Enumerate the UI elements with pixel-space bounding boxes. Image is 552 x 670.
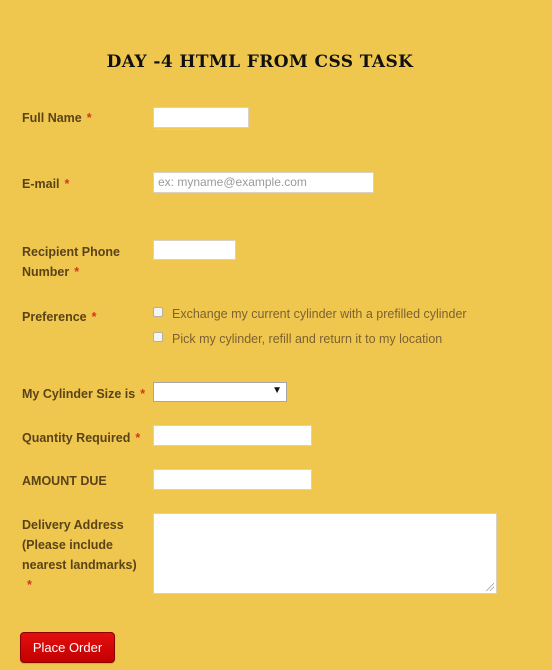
recipient-phone-label-line1: Recipient Phone — [22, 245, 120, 259]
required-star: * — [74, 265, 80, 279]
delivery-address-label-line1: Delivery Address — [22, 518, 124, 532]
quantity-input[interactable] — [153, 425, 312, 446]
recipient-phone-label: Recipient Phone Number * — [22, 242, 120, 282]
full-name-label-text: Full Name — [22, 111, 82, 125]
amount-due-label: AMOUNT DUE — [22, 474, 107, 488]
place-order-button[interactable]: Place Order — [20, 632, 115, 663]
preference-option-refill-checkbox[interactable] — [153, 332, 163, 342]
delivery-address-label-line2: (Please include — [22, 538, 114, 552]
quantity-label-text: Quantity Required — [22, 431, 131, 445]
delivery-address-label-line3: nearest landmarks) — [22, 558, 137, 572]
preference-label: Preference * — [22, 307, 97, 327]
required-star: * — [91, 310, 97, 324]
delivery-address-textarea[interactable] — [153, 513, 497, 594]
preference-option-refill-label[interactable]: Pick my cylinder, refill and return it t… — [172, 331, 442, 347]
recipient-phone-input[interactable] — [153, 240, 236, 260]
required-star: * — [27, 578, 32, 592]
page-title: DAY -4 HTML FROM CSS TASK — [106, 52, 414, 72]
email-input[interactable]: ex: myname@example.com — [153, 172, 374, 193]
amount-due-input[interactable] — [153, 469, 312, 490]
quantity-label: Quantity Required * — [22, 428, 140, 448]
preference-label-text: Preference — [22, 310, 87, 324]
recipient-phone-label-line2: Number — [22, 265, 70, 279]
full-name-input[interactable] — [153, 107, 249, 128]
cylinder-size-select[interactable]: ▼ — [153, 382, 287, 402]
required-star: * — [135, 431, 141, 445]
chevron-down-icon: ▼ — [272, 385, 282, 396]
required-star: * — [86, 111, 92, 125]
resize-handle-icon[interactable] — [486, 583, 494, 591]
cylinder-size-label-text: My Cylinder Size is — [22, 387, 136, 401]
email-placeholder: ex: myname@example.com — [158, 175, 307, 189]
delivery-address-label: Delivery Address (Please include nearest… — [22, 515, 137, 595]
preference-option-exchange-checkbox[interactable] — [153, 307, 163, 317]
email-label-text: E-mail — [22, 177, 60, 191]
cylinder-size-label: My Cylinder Size is * — [22, 384, 145, 404]
full-name-hint-line — [155, 129, 200, 130]
required-star: * — [64, 177, 70, 191]
preference-option-exchange-label[interactable]: Exchange my current cylinder with a pref… — [172, 306, 467, 322]
full-name-label: Full Name * — [22, 108, 92, 128]
required-star: * — [140, 387, 146, 401]
email-label: E-mail * — [22, 174, 69, 194]
